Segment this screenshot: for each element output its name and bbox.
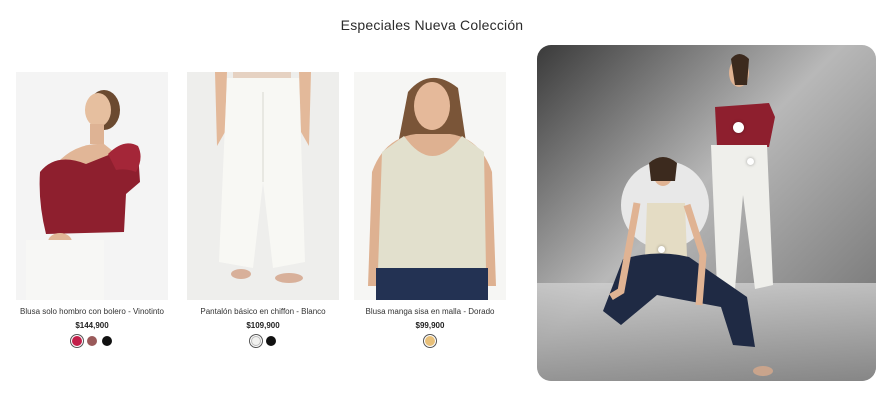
swatch-vinotinto[interactable] — [70, 334, 84, 348]
lookbook-image[interactable] — [537, 45, 876, 381]
product-hotspot[interactable] — [658, 246, 665, 253]
product-card[interactable]: Blusa solo hombro con bolero - Vinotinto… — [16, 72, 168, 348]
swatch-dorado[interactable] — [423, 334, 437, 348]
product-name[interactable]: Pantalón básico en chiffon - Blanco — [187, 307, 339, 316]
product-price: $99,900 — [415, 321, 445, 330]
product-price: $109,900 — [246, 321, 280, 330]
product-image[interactable] — [354, 72, 506, 300]
swatch-white[interactable] — [248, 334, 263, 348]
swatch-black[interactable] — [102, 336, 112, 346]
product-name[interactable]: Blusa solo hombro con bolero - Vinotinto — [16, 307, 168, 316]
section-title: Especiales Nueva Colección — [340, 17, 524, 33]
product-price: $144,900 — [75, 321, 109, 330]
product-image[interactable] — [16, 72, 168, 300]
color-swatches — [187, 334, 339, 348]
product-hotspot[interactable] — [733, 122, 744, 133]
product-name[interactable]: Blusa manga sisa en malla - Dorado — [354, 307, 506, 316]
color-swatches — [16, 334, 168, 348]
swatch-black[interactable] — [265, 336, 276, 346]
product-card[interactable]: Pantalón básico en chiffon - Blanco $109… — [187, 72, 339, 348]
product-hotspot[interactable] — [747, 158, 754, 165]
swatch-mauve[interactable] — [87, 336, 97, 346]
color-swatches — [354, 334, 506, 348]
product-card[interactable]: Blusa manga sisa en malla - Dorado $99,9… — [354, 72, 506, 348]
product-image[interactable] — [187, 72, 339, 300]
